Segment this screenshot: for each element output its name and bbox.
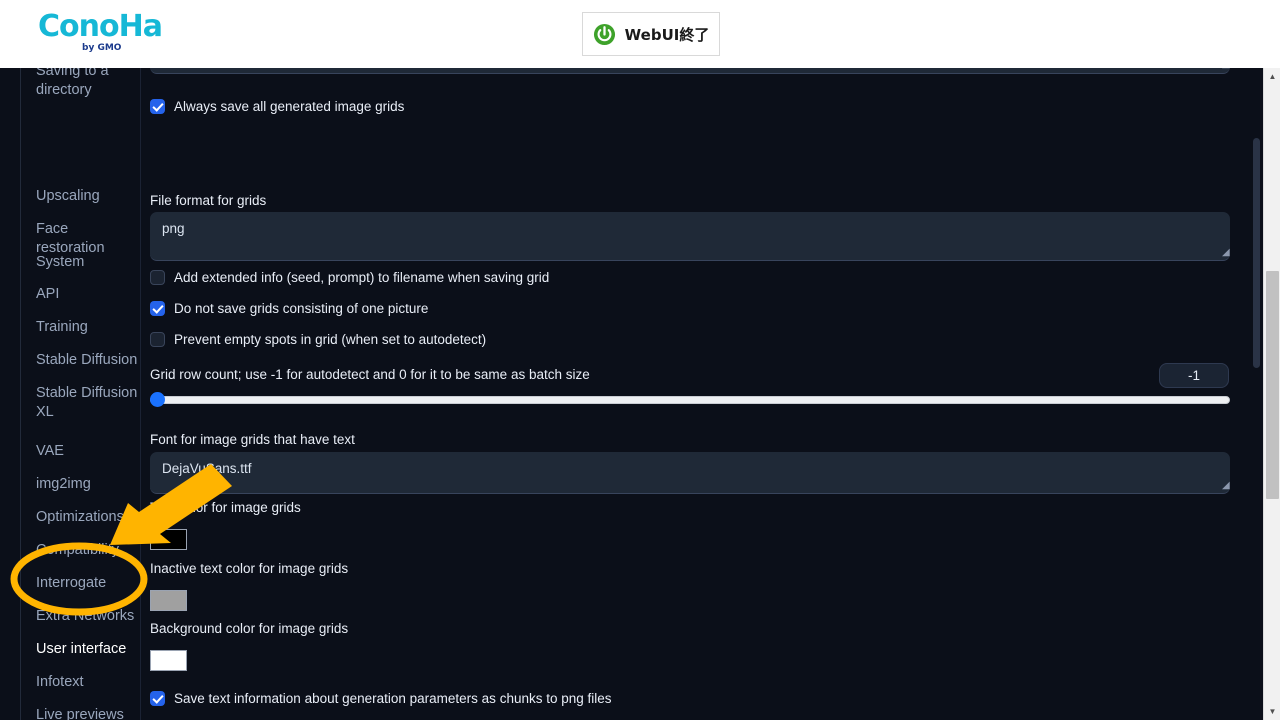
- sidebar-item-compatibility[interactable]: Compatibility: [22, 541, 140, 560]
- sidebar-item-upscaling[interactable]: Upscaling: [22, 187, 140, 206]
- checkbox-indicator-checked[interactable]: [150, 691, 165, 706]
- sidebar-item-label: Stable Diffusion: [36, 352, 138, 368]
- sidebar-item-training[interactable]: Training: [22, 318, 140, 337]
- sidebar-item-label: Training: [36, 319, 88, 335]
- grid-row-count-slider-track[interactable]: [150, 396, 1230, 404]
- clipped-textarea-top[interactable]: [150, 68, 1230, 74]
- webui-quit-label: WebUI終了: [624, 25, 710, 44]
- sidebar-item-user-interface[interactable]: User interface: [22, 640, 140, 659]
- checkbox-add-extended-info[interactable]: Add extended info (seed, prompt) to file…: [150, 270, 549, 285]
- sidebar-item-system[interactable]: System: [22, 253, 140, 272]
- checkbox-label: Always save all generated image grids: [174, 99, 405, 114]
- sidebar-item-label: User interface: [36, 641, 127, 657]
- checkbox-always-save-grids[interactable]: Always save all generated image grids: [150, 99, 404, 114]
- checkbox-label: Save text information about generation p…: [174, 691, 612, 706]
- conoha-logo-subtext: by GMO: [82, 43, 122, 53]
- sidebar-item-stable-diffusion[interactable]: Stable Diffusion: [22, 351, 140, 370]
- browser-scrollbar[interactable]: ▲ ▼: [1263, 68, 1280, 720]
- checkbox-label: Prevent empty spots in grid (when set to…: [174, 332, 487, 347]
- sidebar-item-label: Compatibility: [36, 542, 119, 558]
- sidebar-item-saving-to-a-directory[interactable]: Saving to a directory: [22, 68, 140, 100]
- sidebar-item-api[interactable]: API: [22, 285, 140, 304]
- sidebar-item-label: Extra Networks: [36, 608, 135, 624]
- text-color-label: Text color for image grids: [150, 500, 301, 515]
- sidebar-item-label: img2img: [36, 476, 91, 492]
- checkbox-no-single-picture-grids[interactable]: Do not save grids consisting of one pict…: [150, 301, 428, 316]
- sidebar-item-label: VAE: [36, 443, 64, 459]
- file-format-label: File format for grids: [150, 193, 267, 208]
- sidebar-item-label: Face restoration: [36, 221, 105, 257]
- sidebar-item-label: Upscaling: [36, 188, 100, 204]
- sidebar-item-label: Stable Diffusion XL: [36, 385, 138, 421]
- screenshot-root: ConoHa by GMO WebUI終了 Saving to a direct…: [0, 0, 1280, 720]
- sidebar-item-optimizations[interactable]: Optimizations: [22, 508, 140, 527]
- scrollbar-thumb[interactable]: [1266, 271, 1279, 499]
- sidebar-item-label: Saving to a directory: [36, 68, 109, 99]
- sidebar-item-live-previews[interactable]: Live previews: [22, 706, 140, 720]
- browser-header: ConoHa by GMO WebUI終了: [0, 0, 1280, 68]
- sidebar-item-label: Optimizations: [36, 509, 124, 525]
- sidebar-item-vae[interactable]: VAE: [22, 442, 140, 461]
- settings-content: ◢ Always save all generated image grids …: [141, 68, 1238, 720]
- scrollbar-down-arrow-icon[interactable]: ▼: [1264, 703, 1280, 720]
- sidebar-item-label: System: [36, 254, 85, 270]
- sidebar-item-label: Interrogate: [36, 575, 107, 591]
- checkbox-save-text-chunks[interactable]: Save text information about generation p…: [150, 691, 612, 706]
- conoha-logo[interactable]: ConoHa by GMO: [38, 12, 178, 56]
- background-color-swatch[interactable]: [150, 650, 187, 671]
- grid-row-count-number-input[interactable]: -1: [1159, 363, 1229, 388]
- file-format-input[interactable]: png: [150, 212, 1230, 261]
- checkbox-label: Do not save grids consisting of one pict…: [174, 301, 429, 316]
- checkbox-indicator-checked[interactable]: [150, 99, 165, 114]
- checkbox-indicator-unchecked[interactable]: [150, 332, 165, 347]
- sidebar-item-interrogate[interactable]: Interrogate: [22, 574, 140, 593]
- checkbox-indicator-unchecked[interactable]: [150, 270, 165, 285]
- checkbox-label: Add extended info (seed, prompt) to file…: [174, 270, 550, 285]
- sidebar-item-img2img[interactable]: img2img: [22, 475, 140, 494]
- checkbox-indicator-checked[interactable]: [150, 301, 165, 316]
- grid-row-count-slider-thumb[interactable]: [150, 392, 165, 407]
- inactive-text-color-label: Inactive text color for image grids: [150, 561, 349, 576]
- sidebar-item-label: Live previews: [36, 707, 124, 720]
- inactive-text-color-swatch[interactable]: [150, 590, 187, 611]
- font-label: Font for image grids that have text: [150, 432, 355, 447]
- sidebar-item-label: API: [36, 286, 60, 302]
- inner-scrollbar-track[interactable]: [1252, 68, 1262, 720]
- font-input[interactable]: DejaVuSans.ttf: [150, 452, 1230, 494]
- sidebar-item-label: Infotext: [36, 674, 84, 690]
- sidebar-item-stable-diffusion-xl[interactable]: Stable Diffusion XL: [22, 384, 140, 422]
- settings-app-body: Saving to a directory Upscaling Face res…: [0, 68, 1280, 720]
- grid-row-count-label: Grid row count; use -1 for autodetect an…: [150, 367, 590, 382]
- background-color-label: Background color for image grids: [150, 621, 349, 636]
- webui-quit-button[interactable]: WebUI終了: [582, 12, 720, 56]
- settings-sidebar: Saving to a directory Upscaling Face res…: [22, 68, 140, 720]
- left-rail: [0, 68, 21, 720]
- power-icon: [593, 23, 615, 45]
- sidebar-item-infotext[interactable]: Infotext: [22, 673, 140, 692]
- scrollbar-up-arrow-icon[interactable]: ▲: [1264, 68, 1280, 85]
- text-color-swatch[interactable]: [150, 529, 187, 550]
- conoha-logo-text: ConoHa: [38, 9, 163, 44]
- inner-scrollbar-thumb[interactable]: [1253, 138, 1260, 368]
- checkbox-prevent-empty-spots[interactable]: Prevent empty spots in grid (when set to…: [150, 332, 486, 347]
- sidebar-item-extra-networks[interactable]: Extra Networks: [22, 607, 140, 626]
